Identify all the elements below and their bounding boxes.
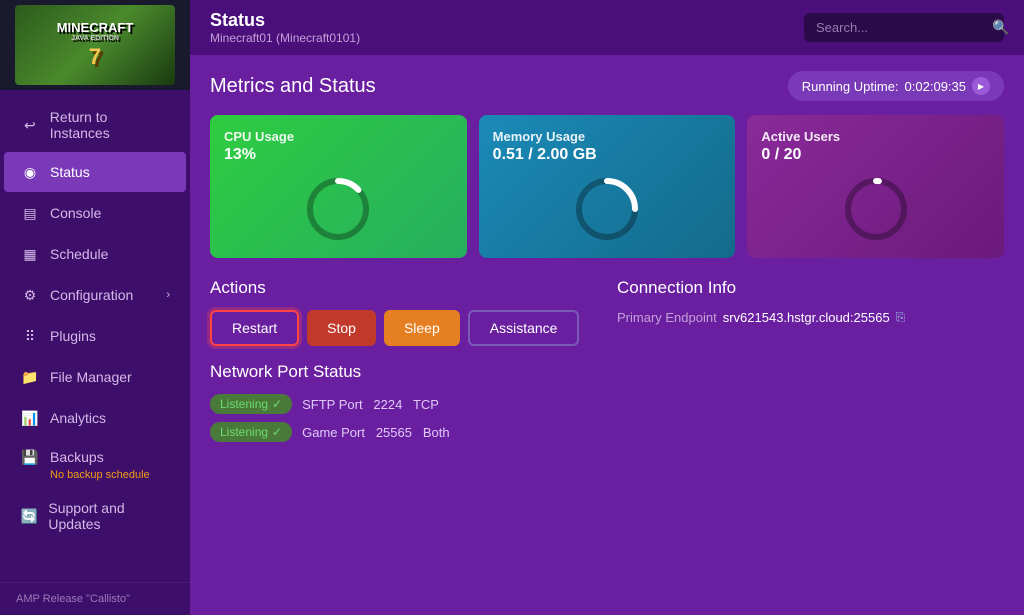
file-manager-icon: 📁: [20, 367, 40, 387]
sidebar-item-backups[interactable]: 💾 Backups No backup schedule: [4, 439, 186, 489]
actions-section: Actions Restart Stop Sleep Assistance Ne…: [210, 278, 597, 450]
sidebar-item-analytics[interactable]: 📊 Analytics: [4, 398, 186, 438]
endpoint-label: Primary Endpoint: [617, 310, 717, 325]
sidebar-item-configuration[interactable]: ⚙ Configuration ›: [4, 275, 186, 315]
main-content: Status Minecraft01 (Minecraft0101) 🔍 Met…: [190, 0, 1024, 615]
search-icon: 🔍: [992, 19, 1009, 36]
backup-warning-text: No backup schedule: [50, 469, 150, 481]
configuration-icon: ⚙: [20, 285, 40, 305]
actions-title: Actions: [210, 278, 597, 298]
memory-label: Memory Usage: [493, 129, 722, 144]
memory-gauge: [572, 174, 642, 244]
connection-endpoint: Primary Endpoint srv621543.hstgr.cloud:2…: [617, 310, 1004, 325]
console-icon: ▤: [20, 203, 40, 223]
sidebar-logo: MINECRAFT JAVA EDITION 7: [0, 0, 190, 90]
sidebar-item-status[interactable]: ◉ Status: [4, 152, 186, 192]
uptime-badge: Running Uptime: 0:02:09:35 ▶: [788, 71, 1004, 101]
network-title: Network Port Status: [210, 362, 597, 382]
endpoint-value: srv621543.hstgr.cloud:25565: [723, 310, 890, 325]
plugins-icon: ⠿: [20, 326, 40, 346]
backups-icon: 💾: [20, 447, 40, 467]
sidebar-nav: ↩ Return to Instances ◉ Status ▤ Console…: [0, 90, 190, 582]
sidebar-item-label: Support and Updates: [48, 500, 170, 532]
sidebar: MINECRAFT JAVA EDITION 7 ↩ Return to Ins…: [0, 0, 190, 615]
game-status: Listening: [220, 425, 268, 439]
sidebar-item-label: Configuration: [50, 287, 133, 303]
uptime-label: Running Uptime:: [802, 79, 899, 94]
cpu-gauge-container: [224, 174, 453, 244]
cpu-label: CPU Usage: [224, 129, 453, 144]
sidebar-item-label: Schedule: [50, 246, 108, 262]
sidebar-item-label: Console: [50, 205, 101, 221]
cpu-value: 13%: [224, 146, 453, 164]
check-circle-icon: ✓: [272, 397, 282, 411]
stop-button[interactable]: Stop: [307, 310, 376, 346]
content-area: Metrics and Status Running Uptime: 0:02:…: [190, 55, 1024, 615]
users-value: 0 / 20: [761, 146, 990, 164]
status-icon: ◉: [20, 162, 40, 182]
action-buttons: Restart Stop Sleep Assistance: [210, 310, 597, 346]
minecraft-logo-number: 7: [57, 44, 134, 70]
users-gauge-container: [761, 174, 990, 244]
support-icon: 🔄: [20, 506, 38, 526]
page-title: Status: [210, 10, 360, 31]
port-item-sftp: Listening ✓ SFTP Port 2224 TCP: [210, 394, 597, 414]
sidebar-item-label: Status: [50, 164, 90, 180]
copy-icon[interactable]: ⎘: [896, 310, 906, 325]
sftp-port-info: SFTP Port 2224 TCP: [302, 397, 439, 412]
minecraft-logo-text: MINECRAFT JAVA EDITION 7: [57, 20, 134, 70]
page-subtitle: Minecraft01 (Minecraft0101): [210, 31, 360, 45]
sidebar-footer: AMP Release "Callisto": [0, 582, 190, 615]
users-gauge: [841, 174, 911, 244]
return-icon: ↩: [20, 115, 40, 135]
sidebar-item-console[interactable]: ▤ Console: [4, 193, 186, 233]
bottom-section: Actions Restart Stop Sleep Assistance Ne…: [210, 278, 1004, 450]
sidebar-item-file-manager[interactable]: 📁 File Manager: [4, 357, 186, 397]
cpu-gauge: [303, 174, 373, 244]
sidebar-item-plugins[interactable]: ⠿ Plugins: [4, 316, 186, 356]
uptime-value: 0:02:09:35: [905, 79, 966, 94]
sidebar-item-label: File Manager: [50, 369, 132, 385]
backups-row: 💾 Backups: [20, 447, 170, 467]
sleep-button[interactable]: Sleep: [384, 310, 460, 346]
users-card: Active Users 0 / 20: [747, 115, 1004, 258]
network-section: Network Port Status Listening ✓ SFTP Por…: [210, 362, 597, 442]
page-header: Status Minecraft01 (Minecraft0101) 🔍: [190, 0, 1024, 55]
port-item-game: Listening ✓ Game Port 25565 Both: [210, 422, 597, 442]
schedule-icon: ▦: [20, 244, 40, 264]
sidebar-item-label: Backups: [50, 449, 104, 465]
sidebar-item-label: Analytics: [50, 410, 106, 426]
check-circle-icon-2: ✓: [272, 425, 282, 439]
connection-section: Connection Info Primary Endpoint srv6215…: [617, 278, 1004, 450]
analytics-icon: 📊: [20, 408, 40, 428]
sidebar-item-label: Plugins: [50, 328, 96, 344]
game-port-info: Game Port 25565 Both: [302, 425, 449, 440]
cpu-card: CPU Usage 13%: [210, 115, 467, 258]
chevron-right-icon: ›: [166, 289, 170, 301]
sidebar-item-schedule[interactable]: ▦ Schedule: [4, 234, 186, 274]
minecraft-logo-container: MINECRAFT JAVA EDITION 7: [15, 5, 175, 85]
restart-button[interactable]: Restart: [210, 310, 299, 346]
memory-card: Memory Usage 0.51 / 2.00 GB: [479, 115, 736, 258]
users-label: Active Users: [761, 129, 990, 144]
memory-gauge-container: [493, 174, 722, 244]
search-bar[interactable]: 🔍: [804, 13, 1004, 42]
sidebar-item-label: Return to Instances: [50, 109, 170, 141]
sftp-status: Listening: [220, 397, 268, 411]
connection-title: Connection Info: [617, 278, 1004, 298]
assistance-button[interactable]: Assistance: [468, 310, 580, 346]
memory-value: 0.51 / 2.00 GB: [493, 146, 722, 164]
sidebar-item-return-to-instances[interactable]: ↩ Return to Instances: [4, 99, 186, 151]
sidebar-item-support-and-updates[interactable]: 🔄 Support and Updates: [4, 490, 186, 542]
sftp-listening-badge: Listening ✓: [210, 394, 292, 414]
header-title-section: Status Minecraft01 (Minecraft0101): [210, 10, 360, 45]
search-input[interactable]: [816, 20, 992, 35]
metrics-title: Metrics and Status: [210, 75, 376, 98]
uptime-play-button[interactable]: ▶: [972, 77, 990, 95]
metrics-grid: CPU Usage 13% Memory Usage 0.51 / 2.00 G…: [210, 115, 1004, 258]
game-listening-badge: Listening ✓: [210, 422, 292, 442]
amp-release-label: AMP Release "Callisto": [16, 593, 130, 605]
metrics-section-header: Metrics and Status Running Uptime: 0:02:…: [210, 71, 1004, 101]
